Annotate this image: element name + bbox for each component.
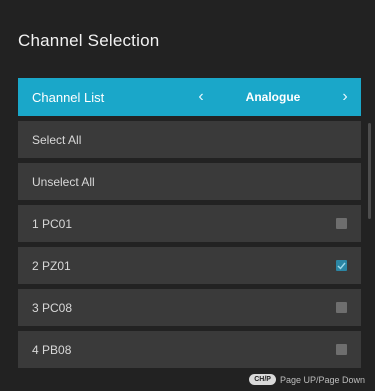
channel-list-selector[interactable]: Channel List ‹ Analogue › [18,78,361,116]
channel-row[interactable]: 4 PB08 [18,331,361,368]
page-up-down-hint: Page UP/Page Down [279,374,365,385]
channel-list-label: Channel List [32,89,105,105]
channel-checkbox[interactable] [336,343,347,355]
select-all-label: Select All [32,132,82,147]
channel-label: 2 PZ01 [32,258,71,273]
ch-page-key-badge: CH/P [249,374,276,385]
channel-label: 3 PC08 [32,300,73,315]
channel-list-value: Analogue [245,90,301,104]
unselect-all-label: Unselect All [32,174,95,189]
check-icon [337,262,346,270]
chevron-right-icon[interactable]: › [337,89,353,105]
channel-row[interactable]: 2 PZ01 [18,247,361,284]
channel-checkbox-checked[interactable] [336,259,347,271]
channel-label: 1 PC01 [32,216,73,231]
channel-selection-screen: Channel Selection Channel List ‹ Analogu… [0,0,375,391]
unselect-all-button[interactable]: Unselect All [18,163,361,200]
channel-row[interactable]: 1 PC01 [18,205,361,242]
channel-checkbox[interactable] [336,217,347,229]
channel-list-value-group: ‹ Analogue › [193,78,353,116]
select-all-button[interactable]: Select All [18,121,361,158]
channel-checkbox[interactable] [336,301,347,313]
scrollbar[interactable] [368,123,371,219]
channel-row[interactable]: 3 PC08 [18,289,361,326]
channel-label: 4 PB08 [32,342,72,357]
chevron-left-icon[interactable]: ‹ [193,89,209,105]
footer-hint: CH/P Page UP/Page Down [249,374,365,385]
page-title: Channel Selection [18,31,160,50]
channel-selection-list: Channel List ‹ Analogue › Select All Uns… [18,78,361,373]
